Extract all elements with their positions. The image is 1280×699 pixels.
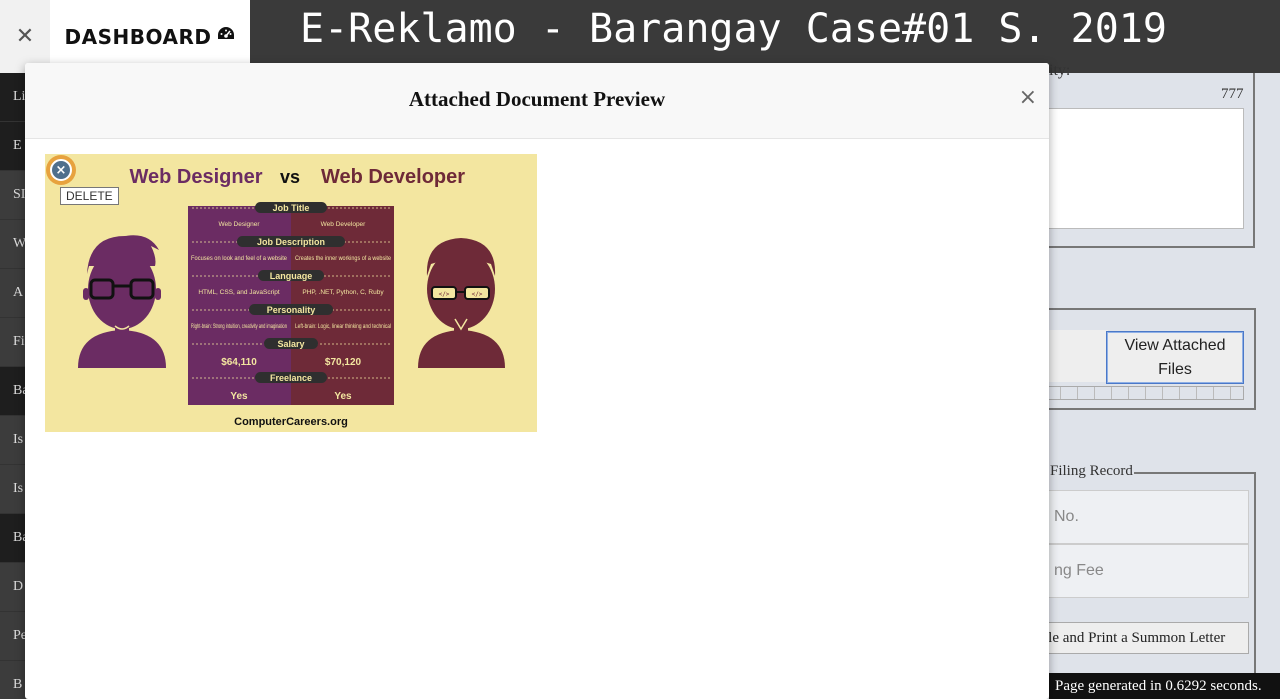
infographic-row-header: Salary: [277, 339, 304, 349]
modal-header: Attached Document Preview ×: [25, 63, 1049, 139]
svg-text:</>: </>: [439, 291, 450, 298]
infographic-cell-designer: Yes: [230, 391, 248, 402]
description-textarea[interactable]: [1040, 108, 1244, 229]
view-attached-files-button[interactable]: View Attached Files: [1106, 331, 1244, 384]
app-title: E-Reklamo - Barangay Case#01 S. 2019: [300, 6, 1167, 52]
filing-record-legend: Filing Record: [1049, 463, 1134, 480]
infographic-cell-designer: Right-brain: Strong intuition, creativit…: [191, 323, 287, 330]
infographic-title-left: Web Designer: [130, 166, 263, 188]
field-label-partial: ity:: [1049, 62, 1071, 79]
attached-document-modal: Attached Document Preview × Web Designer…: [25, 63, 1049, 699]
delete-tooltip: DELETE: [60, 187, 119, 205]
developer-avatar: </> </>: [418, 238, 505, 368]
infographic-row-header: Language: [270, 271, 313, 281]
tachometer-icon: [217, 26, 235, 47]
print-summon-letter-button[interactable]: ile and Print a Summon Letter: [1040, 622, 1249, 654]
infographic-row-header: Freelance: [270, 373, 312, 383]
infographic-cell-developer: $70,120: [325, 357, 362, 368]
infographic-cell-designer: Web Designer: [218, 221, 260, 228]
infographic-cell-developer: Left-brain: Logic, linear thinking and t…: [295, 323, 391, 330]
infographic-title-vs: vs: [280, 167, 300, 187]
infographic-cell-developer: Creates the inner workings of a website: [295, 255, 391, 262]
modal-title: Attached Document Preview: [408, 87, 666, 111]
infographic: Web Designer vs Web Developer Job Title W…: [45, 154, 537, 432]
close-circle-icon: ×: [50, 159, 72, 181]
character-count: 777: [1221, 86, 1244, 102]
dashboard-label: DASHBOARD: [64, 24, 212, 49]
filing-fee-field[interactable]: ng Fee: [1040, 544, 1249, 598]
svg-text:</>: </>: [472, 291, 483, 298]
attached-image: Web Designer vs Web Developer Job Title W…: [45, 154, 537, 432]
infographic-cell-developer: PHP, .NET, Python, C, Ruby: [302, 289, 384, 296]
infographic-row-header: Job Title: [273, 203, 310, 213]
infographic-cell-developer: Web Developer: [321, 221, 367, 228]
infographic-cell-designer: Focuses on look and feel of a website: [191, 255, 287, 262]
infographic-row-header: Job Description: [257, 237, 325, 247]
delete-attachment-button[interactable]: ×: [46, 155, 76, 185]
page-generated-footer: Page generated in 0.6292 seconds.: [1049, 673, 1280, 699]
infographic-row-header: Personality: [267, 305, 316, 315]
upload-progress-grid: [1042, 386, 1244, 400]
designer-avatar: [78, 235, 166, 368]
infographic-footer: ComputerCareers.org: [234, 416, 348, 428]
modal-close-button[interactable]: ×: [1019, 87, 1037, 109]
infographic-cell-developer: Yes: [334, 391, 352, 402]
record-no-field[interactable]: No.: [1040, 490, 1249, 544]
file-input[interactable]: [1042, 330, 1108, 382]
infographic-cell-designer: HTML, CSS, and JavaScript: [198, 289, 279, 296]
infographic-title-right: Web Developer: [321, 166, 465, 188]
infographic-cell-designer: $64,110: [221, 357, 257, 368]
